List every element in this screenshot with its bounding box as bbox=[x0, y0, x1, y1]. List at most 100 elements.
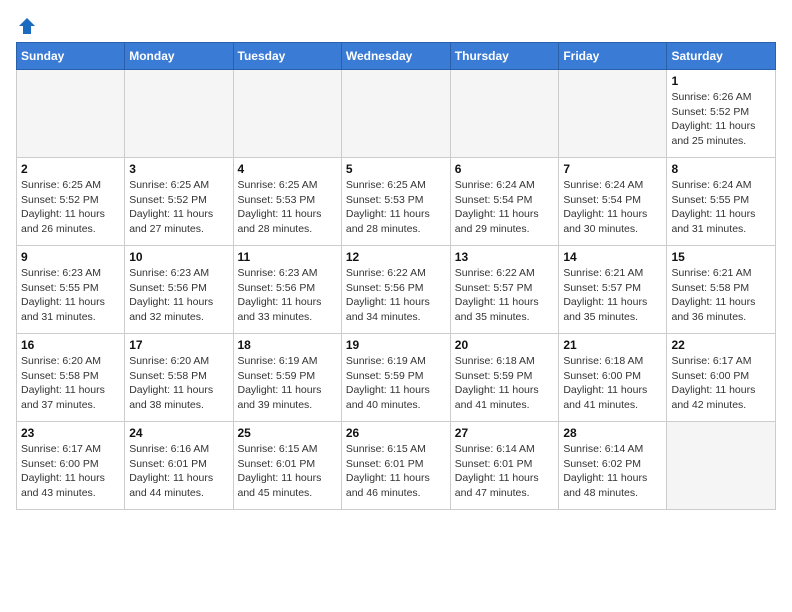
calendar-cell: 6 Sunrise: 6:24 AM Sunset: 5:54 PM Daylig… bbox=[450, 158, 559, 246]
calendar-cell: 23 Sunrise: 6:17 AM Sunset: 6:00 PM Dayli… bbox=[17, 422, 125, 510]
day-number: 18 bbox=[238, 338, 337, 352]
day-number: 5 bbox=[346, 162, 446, 176]
calendar-cell bbox=[125, 70, 233, 158]
calendar-week-row: 16 Sunrise: 6:20 AM Sunset: 5:58 PM Dayli… bbox=[17, 334, 776, 422]
calendar-week-row: 9 Sunrise: 6:23 AM Sunset: 5:55 PM Daylig… bbox=[17, 246, 776, 334]
page-header bbox=[16, 16, 776, 34]
day-of-week-header: Tuesday bbox=[233, 43, 341, 70]
calendar-cell: 3 Sunrise: 6:25 AM Sunset: 5:52 PM Daylig… bbox=[125, 158, 233, 246]
calendar-cell: 20 Sunrise: 6:18 AM Sunset: 5:59 PM Dayli… bbox=[450, 334, 559, 422]
day-info: Sunrise: 6:21 AM Sunset: 5:57 PM Dayligh… bbox=[563, 266, 662, 325]
day-number: 24 bbox=[129, 426, 228, 440]
calendar-cell: 8 Sunrise: 6:24 AM Sunset: 5:55 PM Daylig… bbox=[667, 158, 776, 246]
day-info: Sunrise: 6:18 AM Sunset: 6:00 PM Dayligh… bbox=[563, 354, 662, 413]
calendar-cell: 15 Sunrise: 6:21 AM Sunset: 5:58 PM Dayli… bbox=[667, 246, 776, 334]
day-info: Sunrise: 6:20 AM Sunset: 5:58 PM Dayligh… bbox=[129, 354, 228, 413]
calendar-cell bbox=[667, 422, 776, 510]
calendar-cell: 28 Sunrise: 6:14 AM Sunset: 6:02 PM Dayli… bbox=[559, 422, 667, 510]
calendar-cell: 7 Sunrise: 6:24 AM Sunset: 5:54 PM Daylig… bbox=[559, 158, 667, 246]
day-number: 12 bbox=[346, 250, 446, 264]
day-info: Sunrise: 6:24 AM Sunset: 5:54 PM Dayligh… bbox=[563, 178, 662, 237]
day-number: 9 bbox=[21, 250, 120, 264]
day-number: 2 bbox=[21, 162, 120, 176]
day-number: 11 bbox=[238, 250, 337, 264]
calendar-cell: 4 Sunrise: 6:25 AM Sunset: 5:53 PM Daylig… bbox=[233, 158, 341, 246]
calendar-cell: 18Sunrise: 6:19 AM Sunset: 5:59 PM Dayli… bbox=[233, 334, 341, 422]
calendar-cell bbox=[233, 70, 341, 158]
day-number: 8 bbox=[671, 162, 771, 176]
day-info: Sunrise: 6:25 AM Sunset: 5:53 PM Dayligh… bbox=[346, 178, 446, 237]
calendar-cell: 10 Sunrise: 6:23 AM Sunset: 5:56 PM Dayli… bbox=[125, 246, 233, 334]
day-info: Sunrise: 6:21 AM Sunset: 5:58 PM Dayligh… bbox=[671, 266, 771, 325]
day-number: 25 bbox=[238, 426, 337, 440]
day-number: 27 bbox=[455, 426, 555, 440]
day-info: Sunrise: 6:23 AM Sunset: 5:56 PM Dayligh… bbox=[129, 266, 228, 325]
calendar-cell: 13 Sunrise: 6:22 AM Sunset: 5:57 PM Dayli… bbox=[450, 246, 559, 334]
calendar-table: SundayMondayTuesdayWednesdayThursdayFrid… bbox=[16, 42, 776, 510]
day-info: Sunrise: 6:22 AM Sunset: 5:56 PM Dayligh… bbox=[346, 266, 446, 325]
day-number: 13 bbox=[455, 250, 555, 264]
day-number: 22 bbox=[671, 338, 771, 352]
day-info: Sunrise: 6:25 AM Sunset: 5:53 PM Dayligh… bbox=[238, 178, 337, 237]
calendar-cell: 1Sunrise: 6:26 AM Sunset: 5:52 PM Daylig… bbox=[667, 70, 776, 158]
calendar-cell: 25 Sunrise: 6:15 AM Sunset: 6:01 PM Dayli… bbox=[233, 422, 341, 510]
day-info: Sunrise: 6:14 AM Sunset: 6:02 PM Dayligh… bbox=[563, 442, 662, 501]
day-number: 14 bbox=[563, 250, 662, 264]
day-info: Sunrise: 6:15 AM Sunset: 6:01 PM Dayligh… bbox=[346, 442, 446, 501]
day-info: Sunrise: 6:15 AM Sunset: 6:01 PM Dayligh… bbox=[238, 442, 337, 501]
day-info: Sunrise: 6:16 AM Sunset: 6:01 PM Dayligh… bbox=[129, 442, 228, 501]
day-of-week-header: Saturday bbox=[667, 43, 776, 70]
day-number: 16 bbox=[21, 338, 120, 352]
calendar-cell: 12 Sunrise: 6:22 AM Sunset: 5:56 PM Dayli… bbox=[341, 246, 450, 334]
calendar-cell bbox=[559, 70, 667, 158]
calendar-week-row: 2 Sunrise: 6:25 AM Sunset: 5:52 PM Daylig… bbox=[17, 158, 776, 246]
calendar-cell: 9 Sunrise: 6:23 AM Sunset: 5:55 PM Daylig… bbox=[17, 246, 125, 334]
calendar-cell: 19 Sunrise: 6:19 AM Sunset: 5:59 PM Dayli… bbox=[341, 334, 450, 422]
day-info: Sunrise: 6:25 AM Sunset: 5:52 PM Dayligh… bbox=[21, 178, 120, 237]
calendar-week-row: 1Sunrise: 6:26 AM Sunset: 5:52 PM Daylig… bbox=[17, 70, 776, 158]
day-info: Sunrise: 6:25 AM Sunset: 5:52 PM Dayligh… bbox=[129, 178, 228, 237]
calendar-cell bbox=[17, 70, 125, 158]
day-of-week-header: Wednesday bbox=[341, 43, 450, 70]
calendar-cell: 17Sunrise: 6:20 AM Sunset: 5:58 PM Dayli… bbox=[125, 334, 233, 422]
day-of-week-header: Sunday bbox=[17, 43, 125, 70]
day-info: Sunrise: 6:24 AM Sunset: 5:54 PM Dayligh… bbox=[455, 178, 555, 237]
calendar-header-row: SundayMondayTuesdayWednesdayThursdayFrid… bbox=[17, 43, 776, 70]
day-number: 7 bbox=[563, 162, 662, 176]
day-of-week-header: Friday bbox=[559, 43, 667, 70]
calendar-cell: 24 Sunrise: 6:16 AM Sunset: 6:01 PM Dayli… bbox=[125, 422, 233, 510]
calendar-cell: 14 Sunrise: 6:21 AM Sunset: 5:57 PM Dayli… bbox=[559, 246, 667, 334]
calendar-cell: 22 Sunrise: 6:17 AM Sunset: 6:00 PM Dayli… bbox=[667, 334, 776, 422]
day-number: 3 bbox=[129, 162, 228, 176]
day-info: Sunrise: 6:18 AM Sunset: 5:59 PM Dayligh… bbox=[455, 354, 555, 413]
day-of-week-header: Thursday bbox=[450, 43, 559, 70]
day-number: 20 bbox=[455, 338, 555, 352]
day-number: 26 bbox=[346, 426, 446, 440]
day-info: Sunrise: 6:14 AM Sunset: 6:01 PM Dayligh… bbox=[455, 442, 555, 501]
day-number: 6 bbox=[455, 162, 555, 176]
day-number: 10 bbox=[129, 250, 228, 264]
day-number: 23 bbox=[21, 426, 120, 440]
day-info: Sunrise: 6:17 AM Sunset: 6:00 PM Dayligh… bbox=[21, 442, 120, 501]
day-number: 15 bbox=[671, 250, 771, 264]
day-info: Sunrise: 6:23 AM Sunset: 5:55 PM Dayligh… bbox=[21, 266, 120, 325]
day-info: Sunrise: 6:17 AM Sunset: 6:00 PM Dayligh… bbox=[671, 354, 771, 413]
day-number: 4 bbox=[238, 162, 337, 176]
day-number: 28 bbox=[563, 426, 662, 440]
day-info: Sunrise: 6:19 AM Sunset: 5:59 PM Dayligh… bbox=[346, 354, 446, 413]
calendar-week-row: 23 Sunrise: 6:17 AM Sunset: 6:00 PM Dayli… bbox=[17, 422, 776, 510]
calendar-cell: 16 Sunrise: 6:20 AM Sunset: 5:58 PM Dayli… bbox=[17, 334, 125, 422]
calendar-cell bbox=[341, 70, 450, 158]
day-number: 1 bbox=[671, 74, 771, 88]
day-info: Sunrise: 6:24 AM Sunset: 5:55 PM Dayligh… bbox=[671, 178, 771, 237]
day-number: 19 bbox=[346, 338, 446, 352]
calendar-cell: 26 Sunrise: 6:15 AM Sunset: 6:01 PM Dayli… bbox=[341, 422, 450, 510]
calendar-cell: 2 Sunrise: 6:25 AM Sunset: 5:52 PM Daylig… bbox=[17, 158, 125, 246]
logo-icon bbox=[17, 16, 37, 36]
day-info: Sunrise: 6:20 AM Sunset: 5:58 PM Dayligh… bbox=[21, 354, 120, 413]
calendar-cell bbox=[450, 70, 559, 158]
day-info: Sunrise: 6:22 AM Sunset: 5:57 PM Dayligh… bbox=[455, 266, 555, 325]
calendar-cell: 27 Sunrise: 6:14 AM Sunset: 6:01 PM Dayli… bbox=[450, 422, 559, 510]
day-of-week-header: Monday bbox=[125, 43, 233, 70]
day-info: Sunrise: 6:23 AM Sunset: 5:56 PM Dayligh… bbox=[238, 266, 337, 325]
